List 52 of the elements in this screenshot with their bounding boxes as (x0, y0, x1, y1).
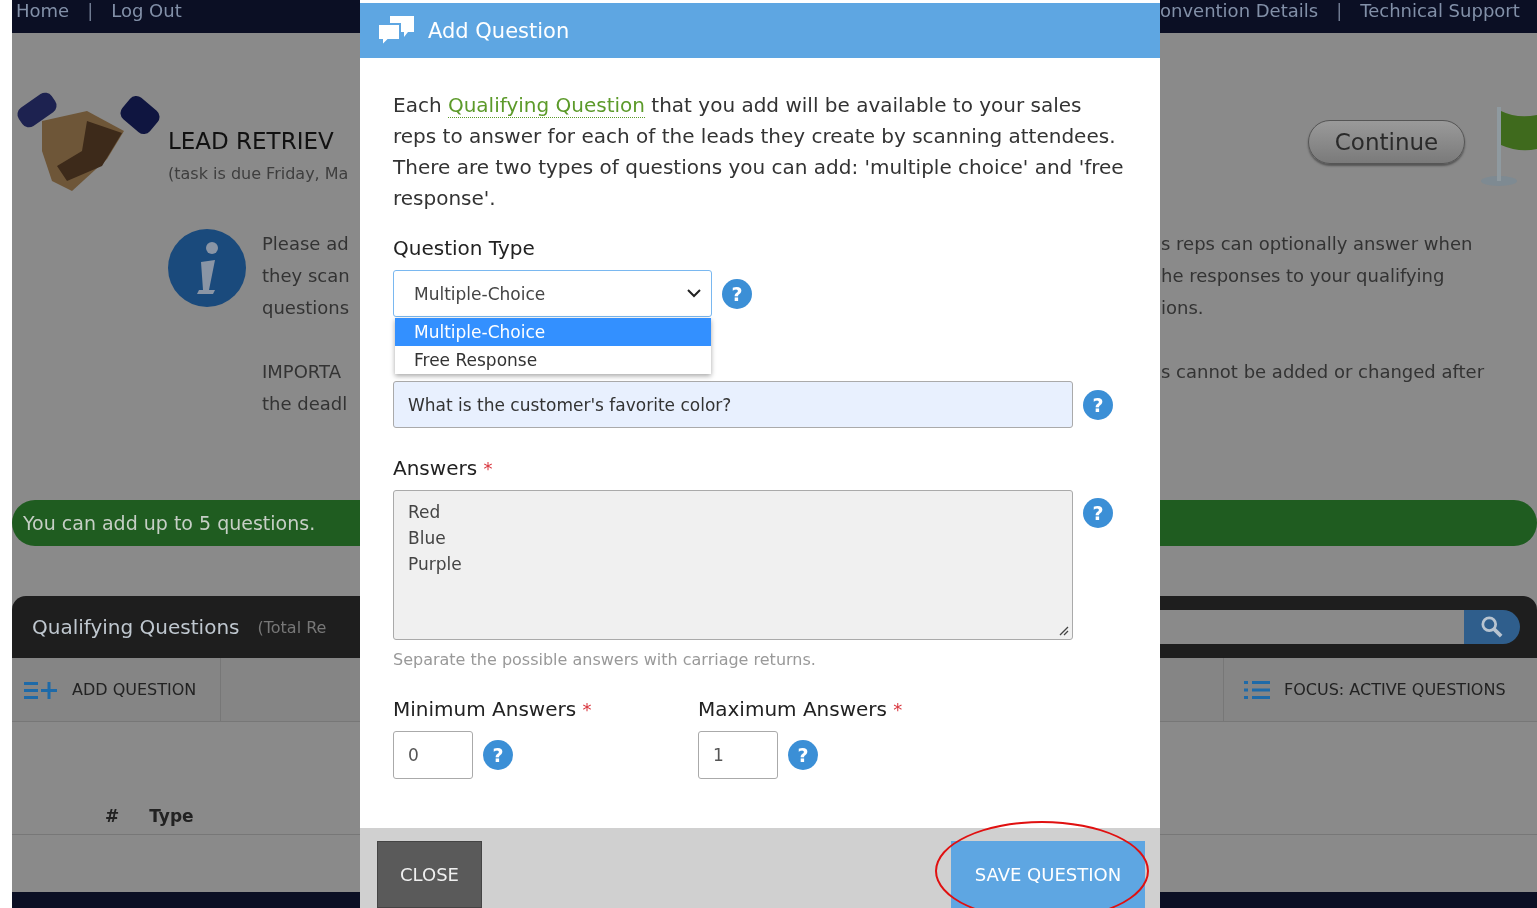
info-text-line: IMPORTA (262, 360, 342, 384)
answers-textarea[interactable]: Red Blue Purple (393, 490, 1073, 640)
close-button[interactable]: CLOSE (377, 841, 482, 908)
nav-separator: | (86, 0, 95, 22)
question-type-select[interactable]: Multiple-Choice (393, 270, 712, 317)
nav-link[interactable]: Log Out (111, 0, 182, 22)
dropdown-option[interactable]: Multiple-Choice (395, 318, 711, 346)
resize-grip-icon[interactable] (1057, 624, 1069, 636)
list-icon (1244, 679, 1270, 700)
help-icon[interactable]: ? (722, 278, 752, 309)
panel-subtitle: (Total Re (257, 617, 327, 637)
number-input[interactable]: 0 (393, 731, 473, 779)
help-icon[interactable]: ? (1083, 389, 1113, 420)
field-label: Minimum Answers * (393, 697, 593, 721)
nav-link[interactable]: Technical Support (1360, 0, 1520, 22)
search-field[interactable] (1160, 610, 1464, 644)
help-icon[interactable]: ? (788, 740, 818, 770)
search-button[interactable] (1464, 610, 1520, 644)
dropdown-option[interactable]: Free Response (395, 346, 711, 374)
field-label: Maximum Answers * (698, 697, 904, 721)
continue-button[interactable]: Continue (1308, 120, 1465, 164)
hint-text: Separate the possible answers with carriage returns. (393, 650, 817, 669)
intro-text: Each Qualifying Question that you add will be available to your sales reps to answer for each of the leads they create by scanning attendees. There are two types of questions you can add: 'multiple choice' and 'free response'. (393, 92, 1125, 212)
help-icon[interactable]: ? (483, 740, 513, 770)
column-header: Type (149, 806, 194, 826)
qualifying-question-link[interactable]: Qualifying Question (447, 93, 645, 118)
nav-separator: | (1335, 0, 1344, 22)
info-text-line: ions. (1161, 296, 1205, 320)
info-text-line: s cannot be added or changed after (1161, 360, 1485, 384)
due-date-text: (task is due Friday, Ma (168, 164, 349, 183)
info-text-line: the deadl (262, 392, 349, 416)
info-text-line: he responses to your qualifying (1161, 264, 1446, 288)
page-title: LEAD RETRIEV (168, 128, 335, 154)
chevron-down-icon (687, 289, 701, 298)
column-header: # (105, 806, 120, 826)
info-text-line: Please ad (262, 232, 350, 256)
info-text-line: questions (262, 296, 350, 320)
number-input[interactable]: 1 (698, 731, 778, 779)
search-icon (1481, 616, 1503, 638)
info-text-line: they scan (262, 264, 350, 288)
dialog-title: Add Question (428, 18, 570, 43)
help-icon[interactable]: ? (1083, 498, 1113, 528)
nav-link[interactable]: onvention Details (1160, 0, 1319, 22)
info-text-line: s reps can optionally answer when (1161, 232, 1474, 256)
question-input[interactable]: What is the customer's favorite color? (393, 381, 1073, 428)
nav-link[interactable]: Home (16, 0, 70, 22)
panel-title: Qualifying Questions (32, 615, 240, 639)
field-label: Answers * (393, 456, 494, 480)
info-icon (167, 228, 247, 308)
field-label: Question Type (393, 236, 536, 260)
banner-text: You can add up to 5 questions. (23, 512, 316, 534)
list-plus-icon (24, 679, 58, 700)
